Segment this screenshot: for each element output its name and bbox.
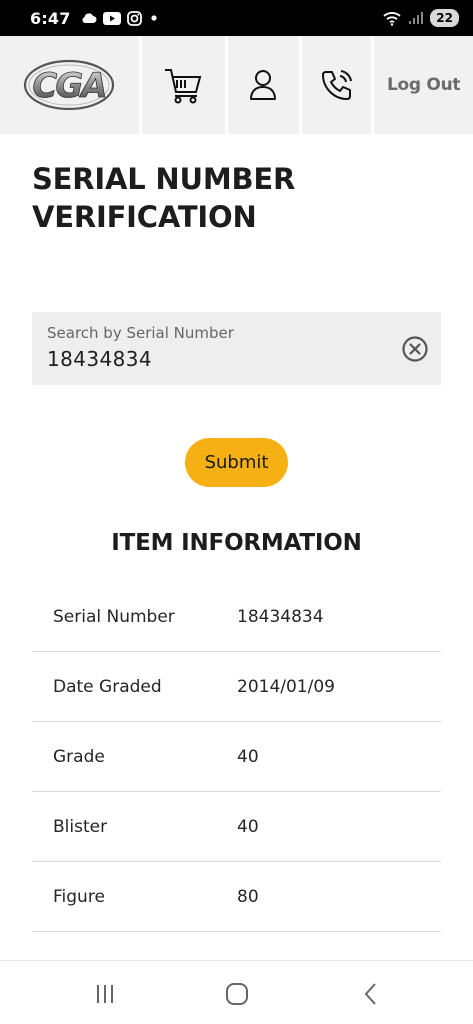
- table-row: Serial Number 18434834: [32, 582, 441, 652]
- logout-button[interactable]: Log Out: [374, 36, 473, 134]
- row-value: 2014/01/09: [237, 676, 335, 697]
- cart-button[interactable]: [141, 36, 225, 134]
- item-info-table: Serial Number 18434834 Date Graded 2014/…: [32, 582, 441, 932]
- wifi-icon: [383, 11, 401, 26]
- youtube-icon: [102, 11, 121, 25]
- search-input[interactable]: 18434834: [47, 347, 152, 371]
- home-button[interactable]: [222, 979, 252, 1009]
- page-title: SERIAL NUMBER VERIFICATION: [32, 162, 296, 234]
- table-row: Figure 80: [32, 862, 441, 932]
- row-label: Date Graded: [53, 676, 162, 697]
- battery-indicator: 22: [430, 9, 459, 27]
- app-header: CGA Log Out: [0, 36, 473, 134]
- status-bar: 6:47 22: [0, 0, 473, 36]
- cart-icon: [165, 69, 202, 104]
- serial-search-field[interactable]: Search by Serial Number 18434834: [32, 312, 441, 385]
- row-label: Grade: [53, 746, 105, 767]
- recents-icon: [97, 985, 113, 1003]
- cga-logo: CGA: [24, 59, 115, 111]
- contact-button[interactable]: [302, 36, 372, 134]
- svg-text:CGA: CGA: [33, 66, 106, 106]
- dot-icon: [151, 15, 157, 21]
- back-button[interactable]: [356, 979, 386, 1009]
- status-time: 6:47: [30, 8, 71, 28]
- row-label: Figure: [53, 886, 105, 907]
- table-row: Grade 40: [32, 722, 441, 792]
- row-value: 80: [237, 886, 259, 907]
- clear-icon[interactable]: [401, 335, 429, 363]
- system-nav-bar: [0, 960, 473, 1024]
- row-value: 40: [237, 746, 259, 767]
- cloud-icon: [82, 13, 97, 23]
- status-left-icons: [81, 10, 160, 26]
- search-label: Search by Serial Number: [47, 324, 234, 342]
- item-info-title: ITEM INFORMATION: [111, 530, 362, 556]
- recents-button[interactable]: [90, 979, 120, 1009]
- row-value: 40: [237, 816, 259, 837]
- logo-link[interactable]: CGA: [0, 36, 139, 134]
- back-icon: [364, 983, 376, 1005]
- instagram-icon: [126, 10, 142, 26]
- phone-icon: [321, 70, 352, 100]
- row-label: Blister: [53, 816, 108, 837]
- row-value: 18434834: [237, 606, 324, 627]
- status-right-icons: 22: [382, 9, 459, 27]
- account-button[interactable]: [227, 36, 300, 134]
- home-icon: [226, 983, 248, 1005]
- signal-icon: [409, 12, 424, 24]
- table-row: Blister 40: [32, 792, 441, 862]
- user-icon: [250, 70, 277, 100]
- table-row: Date Graded 2014/01/09: [32, 652, 441, 722]
- submit-button[interactable]: Submit: [185, 438, 288, 487]
- row-label: Serial Number: [53, 606, 175, 627]
